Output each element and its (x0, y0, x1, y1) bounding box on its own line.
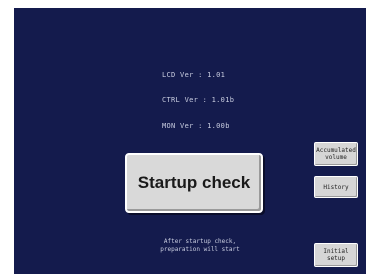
accumulated-volume-button[interactable]: Accumulated volume (314, 142, 358, 166)
startup-hint-text: After startup check, preparation will st… (160, 238, 240, 253)
startup-check-button[interactable]: Startup check (125, 153, 263, 213)
initial-setup-button[interactable]: Initial setup (314, 243, 358, 267)
startup-check-label: Startup check (137, 173, 251, 192)
history-button[interactable]: History (314, 176, 358, 198)
lcd-version: LCD Ver : 1.01 (162, 71, 226, 79)
main-screen: LCD Ver : 1.01 CTRL Ver : 1.01b MON Ver … (14, 8, 366, 274)
mon-version: MON Ver : 1.00b (162, 122, 230, 130)
ctrl-version: CTRL Ver : 1.01b (162, 96, 235, 104)
